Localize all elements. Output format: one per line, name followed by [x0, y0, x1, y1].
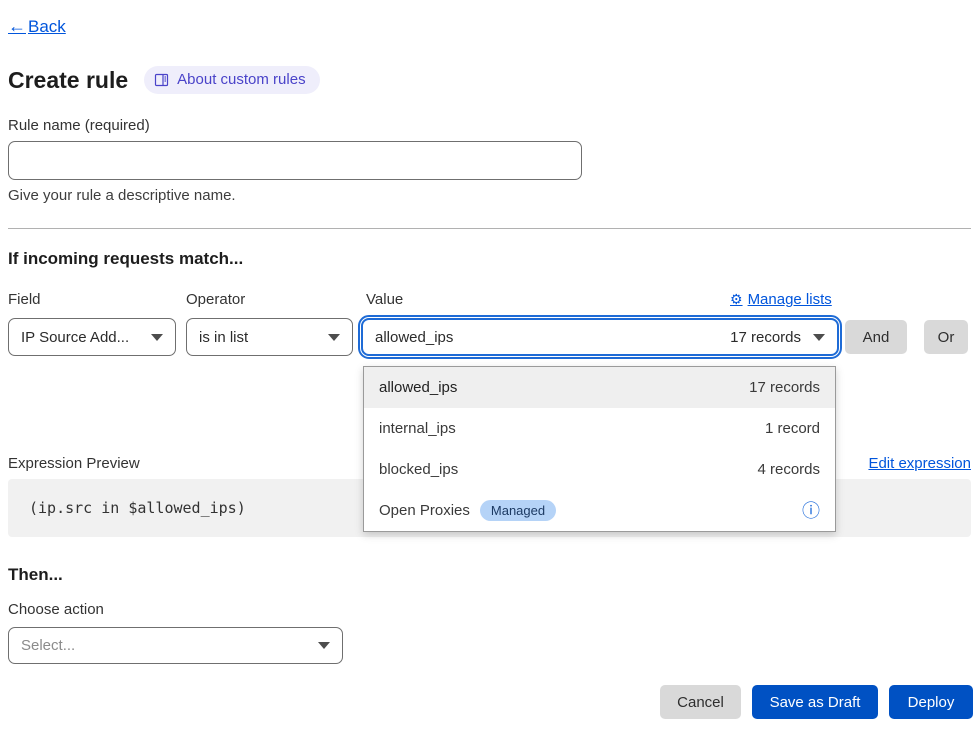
value-select[interactable]: allowed_ips 17 records	[361, 318, 839, 356]
choose-action-label: Choose action	[8, 601, 104, 618]
managed-badge: Managed	[480, 500, 556, 521]
field-column-label: Field	[8, 291, 41, 308]
about-badge-label: About custom rules	[177, 71, 305, 88]
list-item-internal-ips[interactable]: internal_ips 1 record	[364, 408, 835, 449]
back-link-label: Back	[28, 17, 66, 37]
save-as-draft-button[interactable]: Save as Draft	[752, 685, 878, 719]
rule-name-helper-text: Give your rule a descriptive name.	[8, 187, 236, 204]
page-title: Create rule	[8, 67, 128, 94]
list-item-name: blocked_ips	[379, 461, 757, 478]
rule-name-input[interactable]	[8, 141, 582, 180]
match-section-heading: If incoming requests match...	[8, 249, 243, 269]
list-item-record-count: 17 records	[749, 379, 820, 396]
create-rule-page: ← Back Create rule About custom rules Ru…	[0, 0, 979, 739]
value-select-records: 17 records	[730, 329, 801, 346]
chevron-down-icon	[318, 642, 330, 649]
manage-lists-link[interactable]: ⚙ Manage lists	[730, 291, 832, 308]
book-icon	[154, 73, 169, 87]
list-item-name: internal_ips	[379, 420, 765, 437]
value-column-label: Value	[366, 291, 403, 308]
list-item-blocked-ips[interactable]: blocked_ips 4 records	[364, 449, 835, 490]
expression-code: (ip.src in $allowed_ips)	[8, 499, 246, 517]
info-icon[interactable]: ⓘ	[802, 502, 820, 520]
field-select-value: IP Source Add...	[21, 329, 143, 346]
operator-column-label: Operator	[186, 291, 245, 308]
deploy-button[interactable]: Deploy	[889, 685, 973, 719]
cancel-button[interactable]: Cancel	[660, 685, 741, 719]
list-item-name: allowed_ips	[379, 379, 749, 396]
action-select[interactable]: Select...	[8, 627, 343, 664]
rule-name-label: Rule name (required)	[8, 117, 150, 134]
chevron-down-icon	[328, 334, 340, 341]
chevron-down-icon	[813, 334, 825, 341]
list-item-record-count: 4 records	[757, 461, 820, 478]
list-item-name: Open Proxies	[379, 502, 470, 519]
title-row: Create rule About custom rules	[8, 66, 320, 94]
expression-preview-label: Expression Preview	[8, 455, 140, 472]
list-item-record-count: 1 record	[765, 420, 820, 437]
about-custom-rules-link[interactable]: About custom rules	[144, 66, 319, 94]
action-select-placeholder: Select...	[21, 637, 310, 654]
value-select-value: allowed_ips	[375, 329, 730, 346]
back-arrow-icon: ←	[8, 16, 26, 37]
and-button[interactable]: And	[845, 320, 907, 354]
field-select[interactable]: IP Source Add...	[8, 318, 176, 356]
chevron-down-icon	[151, 334, 163, 341]
or-button[interactable]: Or	[924, 320, 968, 354]
section-divider	[8, 228, 971, 229]
value-dropdown-menu: allowed_ips 17 records internal_ips 1 re…	[363, 366, 836, 532]
manage-lists-label: Manage lists	[748, 291, 832, 308]
list-item-open-proxies[interactable]: Open Proxies Managed ⓘ	[364, 490, 835, 531]
gear-icon: ⚙	[730, 291, 743, 308]
operator-select[interactable]: is in list	[186, 318, 353, 356]
operator-select-value: is in list	[199, 329, 320, 346]
list-item-allowed-ips[interactable]: allowed_ips 17 records	[364, 367, 835, 408]
edit-expression-link[interactable]: Edit expression	[868, 455, 971, 472]
back-link[interactable]: ← Back	[8, 16, 66, 37]
then-section-heading: Then...	[8, 565, 63, 585]
